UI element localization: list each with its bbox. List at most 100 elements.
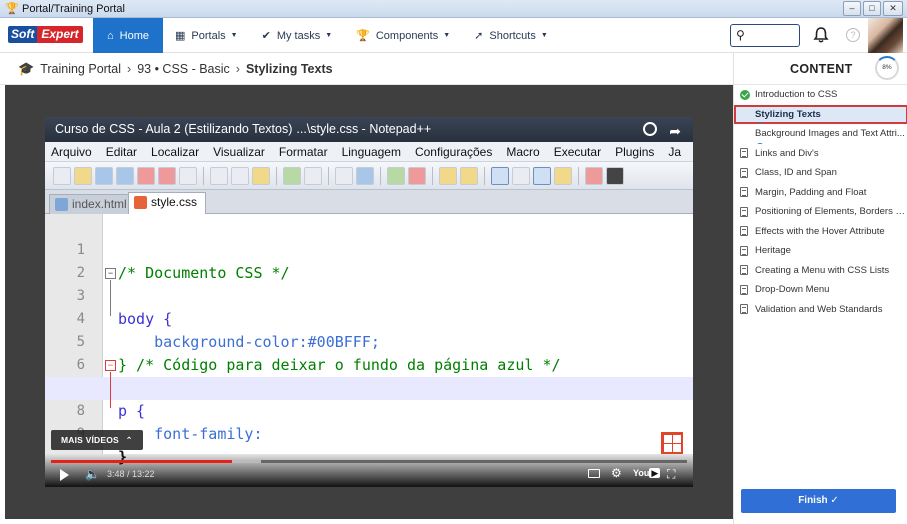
channel-logo-icon[interactable]	[659, 430, 685, 456]
code-line: 7 p {	[45, 354, 693, 420]
nav-components[interactable]: 🏆 Components ▼	[344, 18, 462, 53]
show-all-chars-icon	[512, 166, 530, 185]
stop-macro-icon	[606, 166, 624, 185]
logo-part-soft: Soft	[8, 26, 38, 43]
video-played-fill	[51, 460, 233, 463]
content-item-introduction[interactable]: Introduction to CSS	[734, 85, 907, 105]
code-line: 3 body {	[45, 262, 693, 328]
toolbar-separator	[432, 166, 433, 185]
nav-shortcuts[interactable]: ➚ Shortcuts ▼	[462, 18, 560, 53]
fold-line	[110, 372, 111, 408]
content-item-hover-effects[interactable]: Effects with the Hover Attribute	[734, 222, 907, 242]
code-line: 9 }	[45, 400, 693, 466]
content-item-dropdown-menu[interactable]: Drop-Down Menu	[734, 280, 907, 300]
fullscreen-icon[interactable]: ⛶	[667, 467, 675, 482]
code-line: 5 } /* Código para deixar o fundo da pág…	[45, 308, 693, 374]
code-line: 1 /* Documento CSS */	[45, 216, 693, 282]
notepad-title-suffix: ...\style.css - Notepad++	[296, 122, 432, 136]
more-videos-button[interactable]: MAIS VÍDEOS ⌃	[51, 430, 143, 450]
top-navigation: Soft Expert ⌂ Home ▦ Portals ▼ ✔ My task…	[0, 18, 907, 53]
youtube-logo-tube: ▶	[649, 468, 661, 478]
volume-icon[interactable]: 🔈	[85, 467, 100, 481]
close-button[interactable]: ✕	[883, 1, 903, 16]
watch-later-icon[interactable]	[643, 122, 657, 136]
youtube-logo-text: You	[633, 468, 650, 478]
content-item-heritage[interactable]: Heritage	[734, 241, 907, 261]
maximize-button[interactable]: □	[863, 1, 881, 16]
logo-square	[664, 444, 672, 452]
content-panel-header: CONTENT 8%	[734, 53, 907, 85]
code-line: 4 background-color:#00BFFF;	[45, 285, 693, 351]
help-icon[interactable]: ?	[846, 28, 860, 42]
word-wrap-icon	[491, 166, 509, 185]
breadcrumb-separator: ›	[235, 61, 240, 76]
video-title-bar: Curso de CSS - Aula 2 (Estilizando Texto…	[45, 117, 693, 142]
rocket-icon: ➚	[474, 30, 484, 42]
caret-down-icon: ▼	[540, 32, 548, 39]
content-item-links-divs[interactable]: Links and Div's	[734, 144, 907, 164]
nav-home[interactable]: ⌂ Home	[93, 18, 163, 53]
caret-down-icon: ▼	[230, 32, 238, 39]
nav-portals-label: Portals	[191, 29, 226, 42]
code-line: 2	[45, 239, 693, 281]
minimize-button[interactable]: –	[843, 1, 861, 16]
nav-portals[interactable]: ▦ Portals ▼	[163, 18, 250, 53]
content-item-label: Background Images and Text Attri...	[755, 128, 905, 140]
video-title[interactable]: Curso de CSS - Aula 2 (Estilizando Texto…	[55, 122, 292, 136]
undo-icon	[283, 166, 301, 185]
breadcrumb-portal[interactable]: Training Portal	[40, 62, 121, 76]
breadcrumb-current: Stylizing Texts	[245, 61, 333, 76]
video-progress-bar[interactable]	[51, 460, 687, 463]
content-item-menu-css-lists[interactable]: Creating a Menu with CSS Lists	[734, 261, 907, 281]
nav-my-tasks[interactable]: ✔ My tasks ▼	[250, 18, 345, 53]
nav-my-tasks-label: My tasks	[276, 29, 321, 42]
content-item-stylizing-texts[interactable]: Stylizing Texts	[734, 104, 907, 124]
logo-square	[664, 435, 672, 443]
content-item-label: Introduction to CSS	[755, 89, 838, 101]
menu-item: Macro	[506, 145, 540, 159]
bell-icon[interactable]	[813, 26, 829, 44]
check-circle-icon	[740, 89, 750, 100]
breadcrumb-separator: ›	[127, 61, 132, 76]
progress-ring: 8%	[875, 56, 899, 80]
breadcrumb-course[interactable]: 93 • CSS - Basic	[137, 62, 230, 76]
finish-button[interactable]: Finish ✓	[741, 489, 896, 513]
content-item-label: Validation and Web Standards	[755, 303, 883, 315]
youtube-logo[interactable]: You ▶	[633, 468, 661, 479]
search-input[interactable]	[751, 27, 797, 44]
toolbar-separator	[380, 166, 381, 185]
document-icon	[740, 284, 748, 295]
content-item-margin-padding[interactable]: Margin, Padding and Float	[734, 183, 907, 203]
softexpert-logo[interactable]: Soft Expert	[8, 26, 88, 43]
menu-item: Editar	[105, 145, 138, 159]
content-item-class-id-span[interactable]: Class, ID and Span	[734, 163, 907, 183]
document-icon	[740, 245, 748, 256]
subtitles-icon[interactable]	[588, 469, 600, 478]
fold-toggle-icon: −	[105, 360, 116, 371]
menu-item: Configurações	[414, 145, 493, 159]
menu-item: Arquivo	[51, 145, 92, 159]
fold-line	[110, 280, 111, 316]
gear-icon[interactable]: ⚙	[611, 466, 622, 480]
menu-item: Plugins	[615, 145, 655, 159]
redo-icon	[304, 166, 322, 185]
code-line: 6	[45, 331, 693, 373]
video-time: 3:48 / 13:22	[107, 469, 155, 479]
content-item-label: Creating a Menu with CSS Lists	[755, 264, 890, 276]
content-item-background-images[interactable]: Background Images and Text Attri...	[734, 124, 907, 144]
menu-item: Ja	[668, 145, 682, 159]
share-icon[interactable]: ➦	[669, 119, 681, 144]
content-item-positioning[interactable]: Positioning of Elements, Borders a...	[734, 202, 907, 222]
content-item-validation[interactable]: Validation and Web Standards	[734, 300, 907, 320]
video-player[interactable]: Curso de CSS - Aula 2 (Estilizando Texto…	[45, 117, 693, 487]
code-line-current: 8 font-family:	[45, 377, 693, 443]
close-all-icon	[158, 166, 176, 185]
document-icon	[740, 206, 748, 217]
search-icon: ⚲	[736, 28, 745, 42]
nav-shortcuts-label: Shortcuts	[489, 29, 536, 42]
user-avatar[interactable]	[868, 18, 903, 53]
toolbar-separator	[578, 166, 579, 185]
play-icon[interactable]	[60, 469, 69, 481]
record-macro-icon	[585, 166, 603, 185]
search-box[interactable]: ⚲	[730, 24, 800, 47]
